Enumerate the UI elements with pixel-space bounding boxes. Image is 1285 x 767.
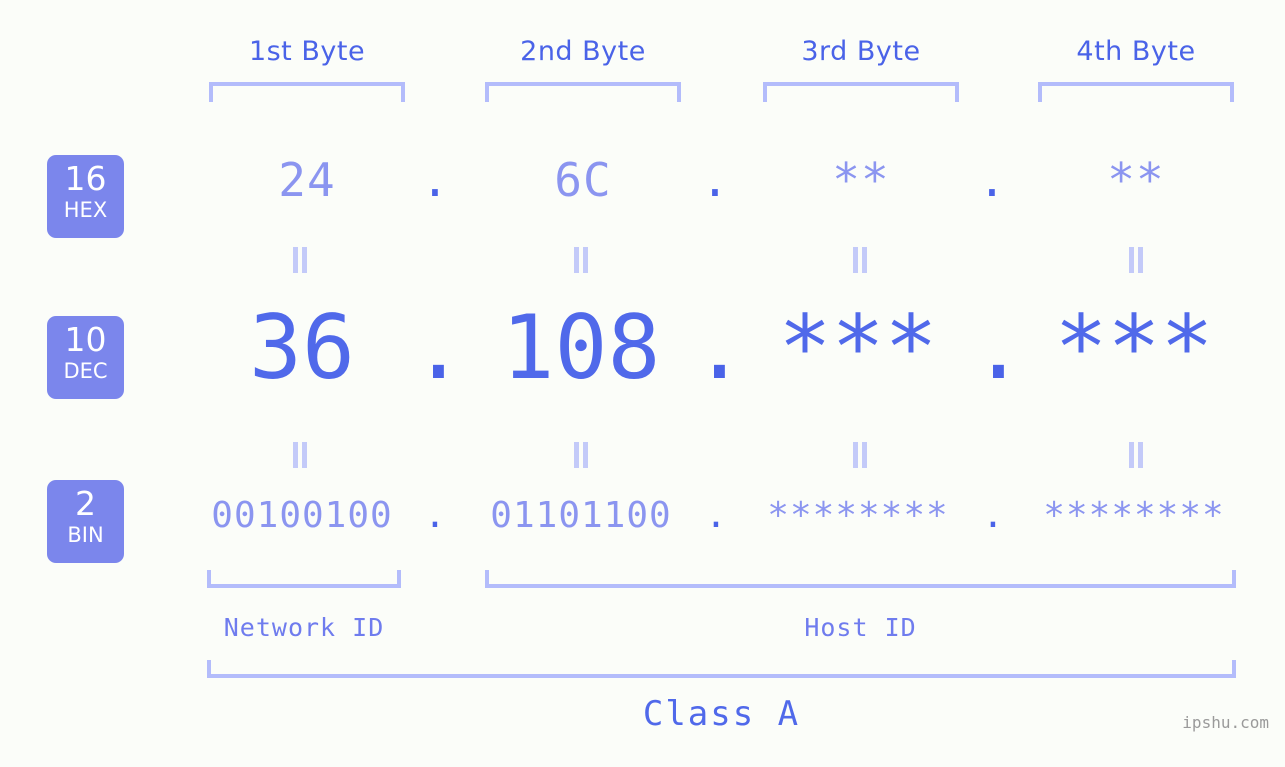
byte-header-2: 2nd Byte	[520, 36, 646, 67]
base-badge-bin: 2 BIN	[47, 480, 124, 563]
equals-mark-hex-dec-1	[289, 247, 311, 273]
bin-separator-2: .	[705, 495, 727, 536]
dec-byte-2: 108	[501, 296, 661, 399]
hex-separator-1: .	[421, 153, 449, 207]
equals-mark-dec-bin-4	[1125, 442, 1147, 468]
bin-byte-2: 01101100	[490, 495, 672, 536]
dec-byte-1: 36	[249, 296, 355, 399]
byte-bracket-2	[485, 82, 681, 102]
dec-byte-4: ***	[1054, 296, 1214, 399]
hex-byte-1: 24	[278, 153, 336, 207]
bin-separator-1: .	[424, 495, 446, 536]
network-id-label: Network ID	[223, 613, 385, 642]
dec-separator-3: .	[972, 296, 1025, 399]
hex-byte-4: **	[1107, 153, 1165, 207]
bin-byte-1: 00100100	[211, 495, 393, 536]
dec-separator-1: .	[412, 296, 465, 399]
dec-separator-2: .	[693, 296, 746, 399]
base-badge-dec-label: DEC	[63, 359, 108, 383]
class-bracket	[207, 660, 1236, 678]
hex-byte-2: 6C	[554, 153, 612, 207]
host-id-bracket	[485, 570, 1236, 588]
hex-byte-3: **	[832, 153, 890, 207]
host-id-label: Host ID	[804, 613, 917, 642]
equals-mark-dec-bin-2	[570, 442, 592, 468]
equals-mark-hex-dec-3	[849, 247, 871, 273]
byte-header-1: 1st Byte	[248, 36, 366, 67]
site-watermark: ipshu.com	[1182, 713, 1269, 732]
byte-header-4: 4th Byte	[1076, 36, 1196, 67]
base-badge-bin-label: BIN	[67, 523, 104, 547]
base-badge-dec-number: 10	[64, 320, 107, 359]
byte-bracket-4	[1038, 82, 1234, 102]
bin-separator-3: .	[982, 495, 1004, 536]
ip-address-breakdown-diagram: 1st Byte 2nd Byte 3rd Byte 4th Byte 16 H…	[0, 0, 1285, 767]
base-badge-hex: 16 HEX	[47, 155, 124, 238]
hex-separator-2: .	[701, 153, 729, 207]
byte-bracket-1	[209, 82, 405, 102]
byte-bracket-3	[763, 82, 959, 102]
bin-byte-3: ********	[767, 495, 949, 536]
bin-byte-4: ********	[1043, 495, 1225, 536]
base-badge-dec: 10 DEC	[47, 316, 124, 399]
equals-mark-hex-dec-4	[1125, 247, 1147, 273]
byte-header-3: 3rd Byte	[801, 36, 921, 67]
hex-separator-3: .	[978, 153, 1006, 207]
equals-mark-dec-bin-3	[849, 442, 871, 468]
equals-mark-hex-dec-2	[570, 247, 592, 273]
base-badge-bin-number: 2	[75, 484, 96, 523]
ip-class-label: Class A	[642, 694, 801, 734]
dec-byte-3: ***	[778, 296, 938, 399]
base-badge-hex-label: HEX	[63, 198, 108, 222]
equals-mark-dec-bin-1	[289, 442, 311, 468]
base-badge-hex-number: 16	[64, 159, 107, 198]
network-id-bracket	[207, 570, 401, 588]
